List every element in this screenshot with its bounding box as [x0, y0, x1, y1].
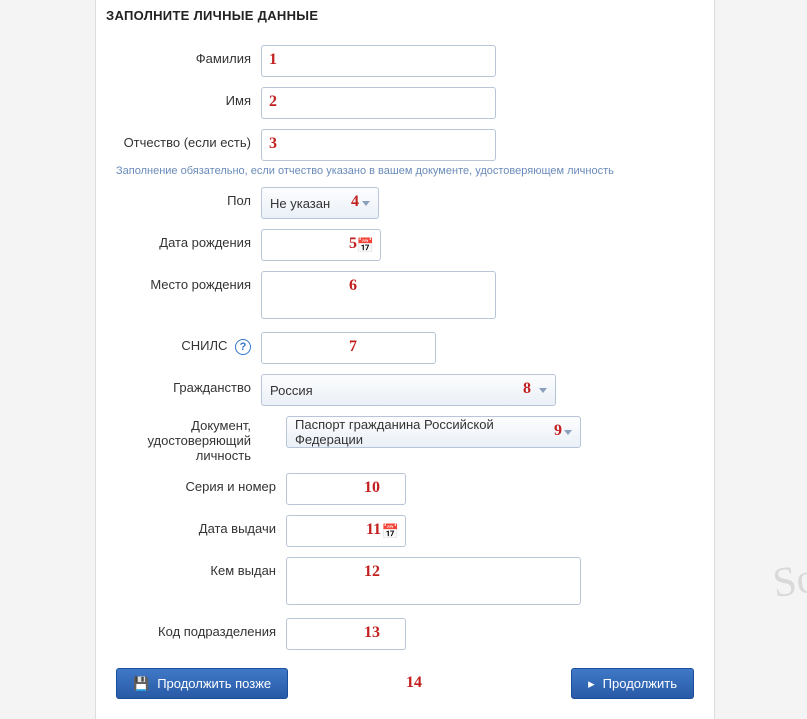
chevron-down-icon [362, 201, 370, 206]
issuedate-input[interactable]: 📅 [286, 515, 406, 547]
row-deptcode: Код подразделения 13 [106, 618, 704, 650]
row-firstname: Имя 2 [106, 87, 704, 119]
row-doctype: Документ, удостоверяющий личность Паспор… [106, 416, 704, 463]
save-later-label: Продолжить позже [157, 676, 271, 691]
row-pob: Место рождения 6 [106, 271, 704, 322]
actions-row: 💾 Продолжить позже 14 ▸ Продолжить [106, 668, 704, 699]
label-dob: Дата рождения [106, 229, 261, 250]
save-later-button[interactable]: 💾 Продолжить позже [116, 668, 288, 699]
snils-input[interactable] [261, 332, 436, 364]
chevron-down-icon [564, 430, 572, 435]
label-deptcode: Код подразделения [106, 618, 286, 639]
label-citizenship: Гражданство [106, 374, 261, 395]
doctype-select[interactable]: Паспорт гражданина Российской Федерации [286, 416, 581, 448]
continue-button[interactable]: ▸ Продолжить [571, 668, 694, 699]
row-series: Серия и номер 10 [106, 473, 704, 505]
row-citizenship: Гражданство Россия 8 [106, 374, 704, 406]
row-snils: СНИЛС ? 7 [106, 332, 704, 364]
help-icon[interactable]: ? [235, 339, 251, 355]
dob-input[interactable]: 📅 [261, 229, 381, 261]
firstname-input[interactable] [261, 87, 496, 119]
lastname-input[interactable] [261, 45, 496, 77]
doctype-selected-value: Паспорт гражданина Российской Федерации [295, 417, 556, 447]
label-pob: Место рождения [106, 271, 261, 292]
section-title: ЗАПОЛНИТЕ ЛИЧНЫЕ ДАННЫЕ [106, 0, 704, 35]
label-snils: СНИЛС ? [106, 332, 261, 355]
citizenship-select[interactable]: Россия [261, 374, 556, 406]
gender-selected-value: Не указан [270, 196, 330, 211]
row-issuedate: Дата выдачи 📅 11 [106, 515, 704, 547]
chevron-right-icon: ▸ [588, 677, 595, 690]
row-patronymic: Отчество (если есть) 3 [106, 129, 704, 161]
row-dob: Дата рождения 📅 5 [106, 229, 704, 261]
calendar-icon: 📅 [382, 523, 399, 540]
continue-label: Продолжить [603, 676, 677, 691]
row-gender: Пол Не указан 4 [106, 187, 704, 219]
pob-input[interactable] [261, 271, 496, 319]
patronymic-helper-text: Заполнение обязательно, если отчество ук… [106, 165, 704, 177]
citizenship-selected-value: Россия [270, 383, 313, 398]
deptcode-input[interactable] [286, 618, 406, 650]
label-firstname: Имя [106, 87, 261, 108]
gender-select[interactable]: Не указан [261, 187, 379, 219]
row-issuedby: Кем выдан 12 [106, 557, 704, 608]
annotation-14: 14 [406, 674, 422, 692]
row-lastname: Фамилия 1 [106, 45, 704, 77]
watermark-text: So [770, 554, 807, 608]
issuedby-input[interactable] [286, 557, 581, 605]
form-panel: ЗАПОЛНИТЕ ЛИЧНЫЕ ДАННЫЕ Фамилия 1 Имя 2 … [95, 0, 715, 719]
calendar-icon: 📅 [357, 237, 374, 254]
label-lastname: Фамилия [106, 45, 261, 66]
patronymic-input[interactable] [261, 129, 496, 161]
label-issuedate: Дата выдачи [106, 515, 286, 536]
chevron-down-icon [539, 388, 547, 393]
label-series: Серия и номер [106, 473, 286, 494]
save-icon: 💾 [133, 677, 149, 690]
series-input[interactable] [286, 473, 406, 505]
label-doctype: Документ, удостоверяющий личность [106, 416, 261, 463]
label-patronymic: Отчество (если есть) [106, 129, 261, 150]
label-issuedby: Кем выдан [106, 557, 286, 578]
label-gender: Пол [106, 187, 261, 208]
